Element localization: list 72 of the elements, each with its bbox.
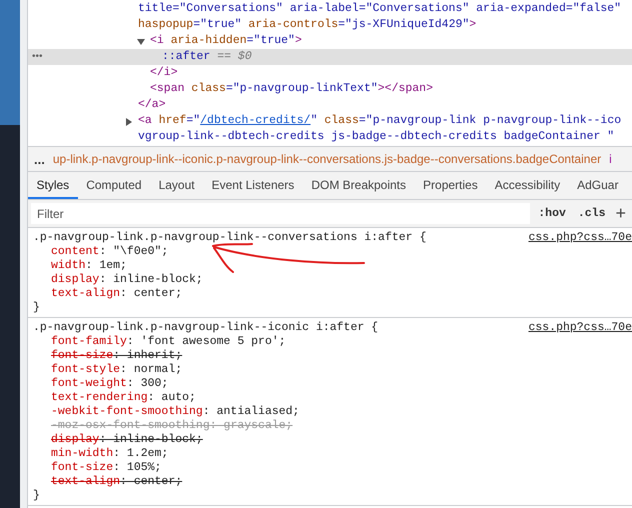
code-row[interactable]: </a> <box>28 97 632 113</box>
toggle-button[interactable]: :hov <box>534 207 570 220</box>
code-token: aria-hidden <box>170 33 247 49</box>
expanded-arrow-icon[interactable] <box>137 38 145 46</box>
panel-tab[interactable]: AdGuar <box>568 172 627 199</box>
code-row[interactable]: <a href="/dbtech-credits/" class="p-navgroup-link p-navgroup-link--ico <box>28 113 632 129</box>
code-token: </a> <box>138 97 166 113</box>
css-declaration[interactable]: min-width: 1.2em; <box>33 447 632 461</box>
css-declaration[interactable]: font-family: 'font awesome 5 pro'; <box>33 335 632 349</box>
css-declaration[interactable]: font-size: 105%; <box>33 461 632 475</box>
code-token: ="true" <box>246 33 295 49</box>
code-token: == $0 <box>216 49 252 65</box>
source-link[interactable]: css.php?css…70e <box>528 321 632 335</box>
code-token: ="js-XFUniqueId429" <box>338 17 470 33</box>
code-token: ="p-navgroup-linkText" <box>226 81 378 97</box>
code-token: ="true" <box>193 17 242 33</box>
css-declaration[interactable]: text-align: center; <box>33 287 632 301</box>
panel-tab[interactable]: Properties <box>414 172 486 199</box>
code-token: <a <box>138 113 152 129</box>
source-link[interactable]: css.php?css…70e <box>528 231 632 245</box>
code-token: title="Conversations" aria-label="Conversations" aria-expanded="false" <box>138 1 622 17</box>
panel-tab[interactable]: DOM Breakpoints <box>302 172 415 199</box>
code-token: href <box>158 113 186 129</box>
breadcrumb-item[interactable]: up-link.p-navgroup-link--iconic.p-navgroup-link--conversations.js-badge--conversations.badgeContainer <box>52 152 602 166</box>
code-link[interactable]: /dbtech-credits/ <box>200 113 311 129</box>
more-icon[interactable]: ••• <box>32 49 43 65</box>
css-declaration[interactable]: font-weight: 300; <box>33 377 632 391</box>
css-declaration[interactable]: text-align: center; <box>33 475 632 489</box>
css-selector: .p-navgroup-link.p-navgroup-link--conversations i:after { <box>33 231 426 245</box>
code-token: <span <box>150 81 185 97</box>
css-selector: .p-navgroup-link.p-navgroup-link--iconic i:after { <box>33 321 378 335</box>
code-token: > <box>469 17 476 33</box>
code-token: > <box>294 33 302 49</box>
code-token: =" <box>186 113 200 129</box>
code-row[interactable]: <span class="p-navgroup-linkText"></span> <box>28 81 632 97</box>
code-token: <i <box>150 33 164 49</box>
code-row[interactable]: </i> <box>28 65 632 81</box>
filter-field[interactable]: Filter <box>31 203 530 224</box>
css-declaration[interactable]: font-style: normal; <box>33 363 632 377</box>
code-row[interactable]: <i aria-hidden="true"> <box>28 33 632 49</box>
closing-brace: } <box>33 301 41 315</box>
code-token: </i> <box>150 65 178 81</box>
css-declaration[interactable]: -webkit-font-smoothing: antialiased; <box>33 405 632 419</box>
code-token: vgroup-link--dbtech-credits js-badge--dbtech-credits badgeContainer " <box>138 129 614 145</box>
panel-tab[interactable]: Computed <box>78 172 150 199</box>
code-row[interactable]: haspopup="true" aria-controls="js-XFUniqueId429"> <box>28 17 632 33</box>
code-token: class <box>323 113 359 129</box>
code-token: aria-controls <box>247 17 338 33</box>
code-token: ="p-navgroup-link p-navgroup-link--ico <box>358 113 622 129</box>
code-token: " <box>310 113 318 129</box>
code-row[interactable]: vgroup-link--dbtech-credits js-badge--dbtech-credits badgeContainer " <box>28 129 632 145</box>
add-rule-button[interactable]: + <box>613 203 628 224</box>
css-declaration[interactable]: display: inline-block; <box>33 433 632 447</box>
code-token: ::after <box>162 49 210 65</box>
code-token: haspopup <box>138 17 194 33</box>
css-declaration[interactable]: text-rendering: auto; <box>33 391 632 405</box>
panel-tab[interactable]: Layout <box>150 172 204 199</box>
code-row[interactable]: title="Conversations" aria-label="Conversations" aria-expanded="false" <box>28 1 632 17</box>
toggle-button[interactable]: .cls <box>574 207 610 220</box>
panel-tab[interactable]: Accessibility <box>486 172 569 199</box>
css-declaration[interactable]: width: 1em; <box>33 259 632 273</box>
css-declaration[interactable]: display: inline-block; <box>33 273 632 287</box>
css-declaration[interactable]: font-size: inherit; <box>33 349 632 363</box>
breadcrumb-item[interactable]: i <box>609 152 612 166</box>
panel-tab[interactable]: Event Listeners <box>203 172 303 199</box>
closing-brace: } <box>33 489 41 503</box>
css-declaration[interactable]: content: "\f0e0"; <box>33 245 632 259</box>
selected-row[interactable]: ••• ::after == $0 <box>28 49 632 65</box>
code-token: ></span> <box>378 81 433 97</box>
more-crumbs-button[interactable]: ... <box>34 152 45 166</box>
collapsed-arrow-icon[interactable] <box>125 118 133 126</box>
code-token: class <box>190 81 226 97</box>
